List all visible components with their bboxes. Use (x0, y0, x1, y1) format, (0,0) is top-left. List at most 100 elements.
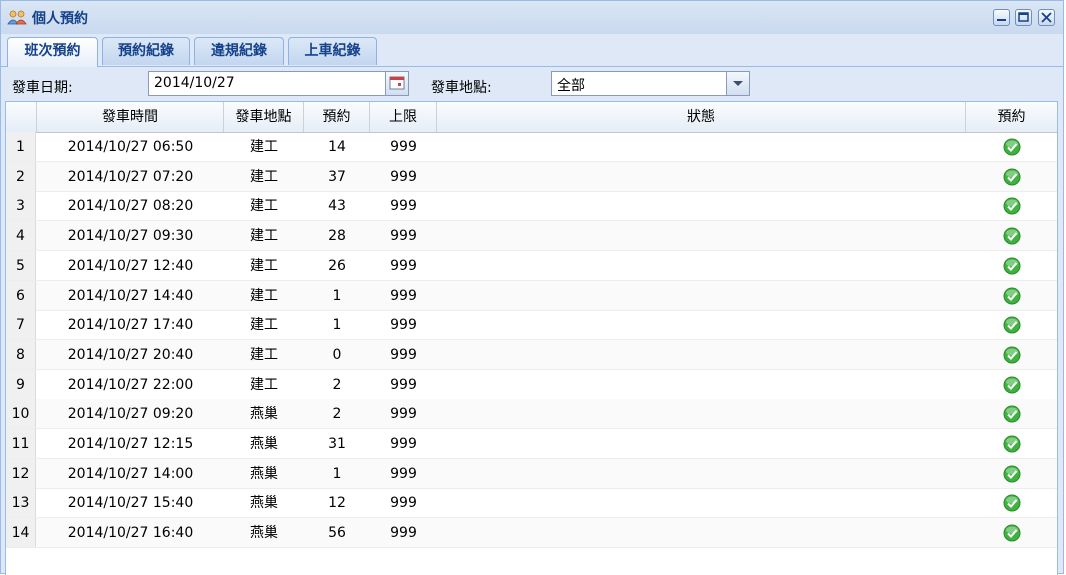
check-circle-icon[interactable] (1003, 376, 1021, 394)
date-input[interactable]: 2014/10/27 (148, 71, 386, 96)
cell-limit: 999 (390, 228, 417, 245)
table-row[interactable]: 4 2014/10/27 09:30 建工 28 999 (6, 221, 1057, 252)
cell-limit: 999 (390, 495, 417, 512)
cell-departure-time: 2014/10/27 08:20 (67, 198, 194, 215)
col-departure-time[interactable]: 發車時間 (37, 102, 224, 132)
cell-limit: 999 (390, 317, 417, 334)
cell-departure-time: 2014/10/27 12:15 (67, 436, 194, 452)
cell-limit: 999 (390, 139, 417, 155)
cell-departure-place: 燕巢 (250, 525, 278, 542)
cell-booked: 0 (332, 346, 342, 363)
table-row[interactable]: 1 2014/10/27 06:50 建工 14 999 (6, 132, 1057, 162)
row-number: 9 (6, 369, 36, 399)
cell-status (437, 429, 966, 458)
row-number: 1 (6, 132, 36, 161)
date-picker-button[interactable] (385, 71, 409, 96)
schedule-grid: 發車時間 發車地點 預約 上限 狀態 預約 1 2014/10/27 06:50 建… (5, 101, 1058, 575)
cell-departure-time: 2014/10/27 15:40 (67, 495, 194, 512)
cell-booked: 43 (328, 198, 346, 215)
table-row[interactable]: 10 2014/10/27 09:20 燕巢 2 999 (6, 399, 1057, 430)
cell-limit: 999 (390, 287, 417, 304)
col-departure-place[interactable]: 發車地點 (224, 102, 304, 132)
row-number: 14 (6, 518, 36, 548)
check-circle-icon[interactable] (1003, 197, 1021, 215)
cell-status (437, 399, 966, 428)
check-circle-icon[interactable] (1003, 316, 1021, 334)
cell-status (437, 488, 966, 517)
cell-departure-time: 2014/10/27 12:40 (67, 257, 194, 274)
row-number: 12 (6, 458, 36, 488)
cell-status (437, 518, 966, 547)
check-circle-icon[interactable] (1003, 435, 1021, 453)
cell-departure-place: 燕巢 (250, 436, 278, 452)
table-row[interactable]: 2 2014/10/27 07:20 建工 37 999 (6, 161, 1057, 192)
check-circle-icon[interactable] (1003, 138, 1021, 156)
cell-status (437, 459, 966, 488)
maximize-icon (1018, 12, 1029, 22)
table-row[interactable]: 11 2014/10/27 12:15 燕巢 31 999 (6, 429, 1057, 459)
cell-departure-time: 2014/10/27 14:00 (67, 465, 194, 482)
cell-departure-place: 燕巢 (250, 465, 278, 482)
table-row[interactable]: 9 2014/10/27 22:00 建工 2 999 (6, 369, 1057, 400)
check-circle-icon[interactable] (1003, 227, 1021, 245)
date-label: 發車日期: (12, 80, 73, 96)
tab-schedule-booking[interactable]: 班次預約 (7, 37, 98, 67)
row-number: 8 (6, 339, 36, 369)
cell-departure-time: 2014/10/27 22:00 (67, 376, 194, 393)
cell-booked: 26 (328, 257, 346, 274)
title-bar[interactable]: 個人預約 (1, 1, 1063, 35)
row-number: 10 (6, 399, 36, 429)
cell-departure-time: 2014/10/27 06:50 (67, 139, 194, 155)
row-number-header (6, 102, 37, 132)
filter-bar: 發車日期: 2014/10/27 發車地點: 全部 (1, 67, 1063, 100)
table-row[interactable]: 7 2014/10/27 17:40 建工 1 999 (6, 310, 1057, 341)
check-circle-icon[interactable] (1003, 405, 1021, 423)
minimize-button[interactable] (993, 9, 1010, 26)
close-button[interactable] (1038, 9, 1055, 26)
chevron-down-icon (733, 81, 743, 86)
table-row[interactable]: 3 2014/10/27 08:20 建工 43 999 (6, 191, 1057, 222)
table-row[interactable]: 14 2014/10/27 16:40 燕巢 56 999 (6, 518, 1057, 549)
location-dropdown-button[interactable] (726, 71, 750, 96)
col-reserve[interactable]: 預約 (966, 102, 1057, 132)
check-circle-icon[interactable] (1003, 168, 1021, 186)
cell-booked: 56 (328, 525, 346, 542)
check-circle-icon[interactable] (1003, 465, 1021, 483)
check-circle-icon[interactable] (1003, 346, 1021, 364)
check-circle-icon[interactable] (1003, 524, 1021, 542)
row-number: 7 (6, 310, 36, 340)
check-circle-icon[interactable] (1003, 257, 1021, 275)
cell-departure-place: 建工 (250, 228, 278, 245)
window-title: 個人預約 (32, 11, 88, 27)
cell-booked: 2 (332, 406, 342, 423)
location-label: 發車地點: (431, 80, 492, 96)
col-limit[interactable]: 上限 (370, 102, 437, 132)
row-number: 3 (6, 191, 36, 221)
check-circle-icon[interactable] (1003, 287, 1021, 305)
cell-booked: 37 (328, 168, 346, 185)
cell-booked: 1 (332, 465, 342, 482)
cell-booked: 31 (328, 436, 346, 452)
cell-departure-place: 燕巢 (250, 406, 278, 423)
col-booked[interactable]: 預約 (304, 102, 370, 132)
tab-violation-records[interactable]: 違規紀錄 (194, 37, 284, 65)
table-row[interactable]: 6 2014/10/27 14:40 建工 1 999 (6, 280, 1057, 311)
location-select[interactable]: 全部 (551, 71, 727, 96)
cell-limit: 999 (390, 346, 417, 363)
table-row[interactable]: 5 2014/10/27 12:40 建工 26 999 (6, 250, 1057, 281)
check-circle-icon[interactable] (1003, 494, 1021, 512)
table-row[interactable]: 12 2014/10/27 14:00 燕巢 1 999 (6, 458, 1057, 489)
reservation-window: 個人預約 班次預約 預約紀錄 違規紀錄 上車紀錄 發車日期: 2014/10/2… (0, 0, 1064, 575)
cell-limit: 999 (390, 465, 417, 482)
cell-status (437, 370, 966, 399)
table-row[interactable]: 13 2014/10/27 15:40 燕巢 12 999 (6, 488, 1057, 519)
cell-status (437, 162, 966, 191)
table-row[interactable]: 8 2014/10/27 20:40 建工 0 999 (6, 339, 1057, 370)
tab-booking-records[interactable]: 預約紀錄 (102, 37, 190, 65)
maximize-button[interactable] (1015, 9, 1032, 26)
tab-boarding-records[interactable]: 上車紀錄 (288, 37, 377, 65)
calendar-icon (389, 76, 405, 90)
col-status[interactable]: 狀態 (437, 102, 966, 132)
cell-status (437, 251, 966, 280)
cell-limit: 999 (390, 525, 417, 542)
